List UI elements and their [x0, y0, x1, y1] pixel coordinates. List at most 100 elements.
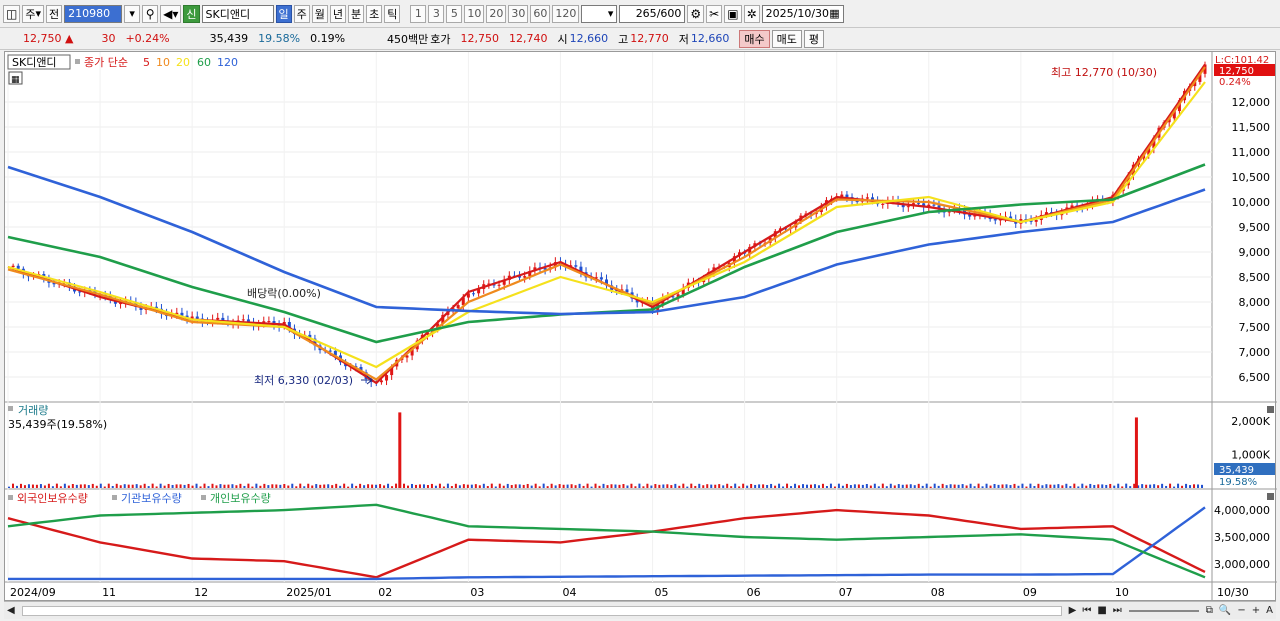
zoom-in-icon[interactable]: + — [1249, 605, 1263, 616]
volume-bar — [107, 483, 110, 488]
volume-bar — [778, 483, 781, 488]
volume-bar — [817, 485, 820, 488]
volume-bar — [518, 484, 521, 488]
minute-1[interactable]: 1 — [410, 4, 427, 23]
period-tick[interactable]: 틱 — [384, 4, 401, 23]
search-icon[interactable]: ⚲ — [142, 4, 159, 23]
code-dropdown-icon[interactable]: ▾ — [124, 4, 141, 23]
zoom-out-icon[interactable]: − — [1234, 605, 1248, 616]
volume-bar — [977, 483, 980, 488]
volume-bar — [1081, 483, 1084, 488]
sell-button[interactable]: 매도 — [771, 29, 802, 48]
period-minute[interactable]: 분 — [348, 4, 365, 23]
volume-pct-text: 19.58% — [1219, 477, 1257, 488]
gear-icon[interactable]: ✲ — [743, 4, 760, 23]
minute-20[interactable]: 20 — [486, 4, 507, 23]
high-annotation: 최고 12,770 (10/30) — [1051, 66, 1157, 79]
volume-bar — [418, 484, 421, 488]
period-weekly[interactable]: 주 — [293, 4, 310, 23]
period-yearly[interactable]: 년 — [329, 4, 347, 23]
volume-bar — [734, 483, 737, 488]
minute-60[interactable]: 60 — [530, 4, 551, 23]
chart-area[interactable]: 12,000 11,500 11,000 10,500 10,000 9,500 9,000… — [4, 51, 1277, 602]
candle-body — [906, 206, 910, 208]
save-icon[interactable]: ▣ — [724, 4, 742, 23]
legend-ma10[interactable]: 10 — [156, 56, 170, 69]
legend-ma5[interactable]: 5 — [143, 56, 150, 69]
candle-body — [993, 219, 997, 221]
volume-bar — [853, 484, 856, 488]
zoom-slider[interactable] — [1128, 609, 1199, 612]
eval-button[interactable]: 평 — [803, 29, 825, 48]
sound-icon[interactable]: ◀▾ — [160, 4, 182, 23]
buy-button[interactable]: 매수 — [739, 29, 770, 48]
volume-bar — [1025, 486, 1028, 488]
stock-code-input[interactable]: 210980 — [64, 4, 123, 23]
auto-scale-icon[interactable]: A — [1263, 605, 1276, 616]
market-select[interactable]: 주 ▾ — [22, 4, 44, 23]
volume-pane-close-icon[interactable] — [1267, 406, 1274, 413]
volume-bar — [917, 483, 920, 488]
period-daily[interactable]: 일 — [275, 4, 292, 23]
volume-bar — [331, 485, 334, 488]
price-tick-label: 9,000 — [1239, 246, 1271, 259]
forward-icon[interactable]: ⏭ — [1110, 605, 1125, 616]
volume-bar — [498, 483, 501, 488]
volume-bar — [921, 485, 924, 488]
up-arrow-icon: ▲ — [65, 32, 74, 45]
scroll-track[interactable] — [21, 605, 1062, 616]
bar-count-field[interactable]: 265/600 — [619, 4, 686, 23]
volume-bar — [211, 483, 214, 488]
price-tick-label: 8,500 — [1239, 271, 1271, 284]
holdings-pane-close-icon[interactable] — [1267, 493, 1274, 500]
chart-svg[interactable]: 12,000 11,500 11,000 10,500 10,000 9,500 9,000… — [5, 52, 1277, 602]
period-monthly[interactable]: 월 — [311, 4, 328, 23]
volume-bar — [993, 483, 996, 488]
holdings-legend-foreign[interactable]: 외국인보유수량 — [17, 492, 88, 505]
toggle-view-icon[interactable]: ⧉ — [1203, 605, 1216, 616]
date-field[interactable]: 2025/10/30 ▦ — [761, 4, 844, 23]
volume-bar — [682, 483, 685, 488]
volume-bar — [590, 486, 593, 488]
minute-120[interactable]: 120 — [552, 4, 580, 23]
chart-scrollbar[interactable]: ◀ ▶ ⏮ ■ ⏭ ⧉ 🔍 − + A — [4, 601, 1276, 619]
minute-10[interactable]: 10 — [464, 4, 485, 23]
holdings-legend-institution[interactable]: 기관보유수량 — [121, 492, 182, 505]
minute-3[interactable]: 3 — [428, 4, 445, 23]
volume-bar — [339, 485, 342, 488]
legend-ma60[interactable]: 60 — [197, 56, 211, 69]
volume-bar — [849, 485, 852, 488]
custom-period-select[interactable]: ▾ — [581, 4, 618, 23]
zoom-icon[interactable]: 🔍 — [1216, 605, 1234, 616]
minute-5[interactable]: 5 — [446, 4, 463, 23]
volume-bar — [985, 483, 988, 488]
scroll-left-icon[interactable]: ◀ — [4, 605, 18, 616]
volume-bar — [877, 486, 880, 488]
stop-icon[interactable]: ■ — [1094, 605, 1109, 616]
tool-icon[interactable]: ✂ — [706, 4, 723, 23]
play-icon[interactable]: ▶ — [1066, 605, 1080, 616]
volume-bar — [251, 486, 254, 488]
volume-bar — [929, 486, 932, 488]
scope-button[interactable]: 전 — [46, 4, 63, 23]
legend-ma120[interactable]: 120 — [217, 56, 238, 69]
holdings-legend-individual[interactable]: 개인보유수량 — [210, 492, 271, 505]
volume-bar — [175, 484, 178, 488]
calendar-icon[interactable]: ▦ — [829, 7, 839, 20]
volume-bar — [670, 485, 673, 488]
chart-settings-icon[interactable]: ⚙ — [687, 4, 705, 23]
date-value: 2025/10/30 — [765, 7, 830, 20]
volume-bar — [191, 485, 194, 488]
volume-bar — [925, 483, 928, 488]
volume-bar — [837, 483, 840, 488]
volume-bar — [538, 486, 541, 488]
minute-30[interactable]: 30 — [508, 4, 529, 23]
window-menu-icon[interactable]: ◫ — [3, 4, 21, 23]
rewind-icon[interactable]: ⏮ — [1079, 605, 1094, 616]
volume-bar — [111, 486, 114, 488]
volume-bar — [187, 483, 190, 488]
volume-bar — [602, 483, 605, 488]
new-listing-badge: 신 — [183, 4, 200, 23]
period-second[interactable]: 초 — [366, 4, 383, 23]
legend-ma20[interactable]: 20 — [176, 56, 190, 69]
